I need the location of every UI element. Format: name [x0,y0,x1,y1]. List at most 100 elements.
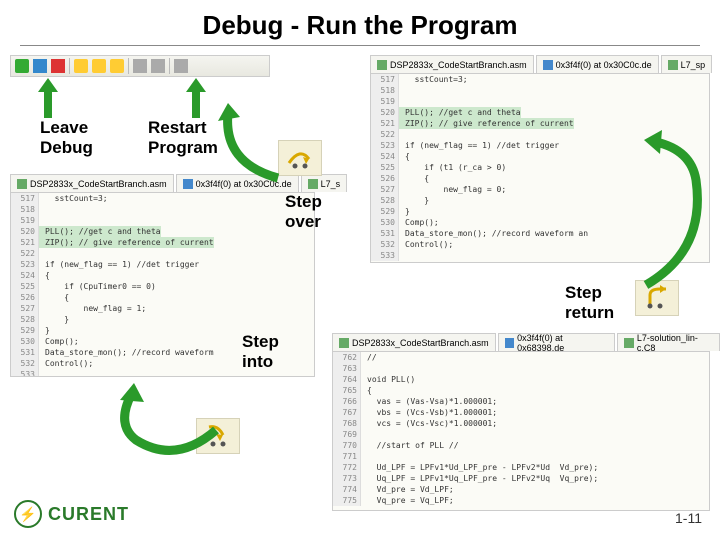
tab-label: 0x3f4f(0) at 0x68398.de [517,333,608,353]
label-step-into: Step into [242,332,279,371]
code-line: 530Comp(); [371,217,709,228]
page-title: Debug - Run the Program [20,0,700,46]
step-into-icon[interactable] [92,59,106,73]
code-line: 523if (new_flag == 1) //det trigger [371,140,709,151]
code-line: 775 Vq_pre = Vq_LPF; [333,495,709,506]
code-line: 770 //start of PLL // [333,440,709,451]
resume-icon[interactable] [15,59,29,73]
tab-label: DSP2833x_CodeStartBranch.asm [352,338,489,348]
code-line: 531Data_store_mon(); //record waveform a… [371,228,709,239]
code-line: 522 [371,129,709,140]
code-line: 771 [333,451,709,462]
tab-file[interactable]: 0x3f4f(0) at 0x68398.de [498,333,616,351]
code-line: 763 [333,363,709,374]
separator [69,58,70,74]
editor-tabs-mid: DSP2833x_CodeStartBranch.asm 0x3f4f(0) a… [10,174,347,192]
code-line: 522 [11,248,314,259]
code-line: 526 { [371,173,709,184]
code-line: 772 Ud_LPF = LPFv1*Ud_LPF_pre - LPFv2*Ud… [333,462,709,473]
tab-label: DSP2833x_CodeStartBranch.asm [30,179,167,189]
debug-toolbar [10,55,270,77]
code-line: 520PLL(); //get c and theta [371,107,709,118]
code-line: 520PLL(); //get c and theta [11,226,314,237]
code-line: 528 } [11,314,314,325]
code-line: 769 [333,429,709,440]
page-number: 1-11 [675,510,702,526]
separator [169,58,170,74]
code-line: 518 [11,204,314,215]
tab-label: 0x3f4f(0) at 0x30C0c.de [196,179,292,189]
file-icon [308,179,318,189]
tab-file[interactable]: DSP2833x_CodeStartBranch.asm [10,174,174,192]
tab-label: L7-solution_lin-c.C8 [637,333,713,353]
label-step-return: Step return [565,283,614,322]
step-over-large-icon [278,140,322,176]
file-icon [543,60,553,70]
code-line: 521ZIP(); // give reference of current [11,237,314,248]
label-step-over: Step over [285,192,322,231]
tab-file[interactable]: 0x3f4f(0) at 0x30C0c.de [536,55,659,73]
file-icon [624,338,634,348]
file-icon [183,179,193,189]
code-line: 762// [333,352,709,363]
code-line: 766 vas = (Vas-Vsa)*1.000001; [333,396,709,407]
tab-label: L7_s [321,179,341,189]
code-line: 532Control(); [371,239,709,250]
code-line: 518 [371,85,709,96]
code-pane-top[interactable]: 517 sstCount=3;518519520PLL(); //get c a… [370,73,710,263]
code-pane-bot[interactable]: 762//763764void PLL()765{766 vas = (Vas-… [332,351,710,511]
logo-text: CURENT [48,504,129,525]
editor-tabs-bot: DSP2833x_CodeStartBranch.asm 0x3f4f(0) a… [332,333,720,351]
code-line: 526 { [11,292,314,303]
code-line: 764void PLL() [333,374,709,385]
tab-file[interactable]: L7_s [301,174,348,192]
tab-label: DSP2833x_CodeStartBranch.asm [390,60,527,70]
code-line: 517 sstCount=3; [11,193,314,204]
step-return-large-icon [635,280,679,316]
file-icon [668,60,678,70]
arrow-icon [184,78,208,118]
code-line: 527 new_flag = 0; [371,184,709,195]
arrow-icon [36,78,60,118]
drop-icon[interactable] [174,59,188,73]
code-line: 527 new_flag = 1; [11,303,314,314]
label-leave-debug: Leave Debug [40,118,93,157]
restart-icon[interactable] [133,59,147,73]
code-line: 768 vcs = (Vcs-Vsc)*1.000001; [333,418,709,429]
code-line: 525 if (CpuTimer0 == 0) [11,281,314,292]
code-line: 523if (new_flag == 1) //det trigger [11,259,314,270]
code-line: 519 [11,215,314,226]
file-icon [339,338,349,348]
code-line: 773 Uq_LPF = LPFv1*Uq_LPF_pre - LPFv2*Uq… [333,473,709,484]
tab-file[interactable]: 0x3f4f(0) at 0x30C0c.de [176,174,299,192]
code-line: 765{ [333,385,709,396]
logo-mark-icon: ⚡ [14,500,42,528]
file-icon [505,338,515,348]
menu-icon[interactable] [151,59,165,73]
pause-icon[interactable] [33,59,47,73]
code-line: 524{ [11,270,314,281]
code-line: 767 vbs = (Vcs-Vsb)*1.000001; [333,407,709,418]
code-line: 521ZIP(); // give reference of current [371,118,709,129]
terminate-icon[interactable] [51,59,65,73]
file-icon [17,179,27,189]
tab-file[interactable]: DSP2833x_CodeStartBranch.asm [370,55,534,73]
editor-tabs-top: DSP2833x_CodeStartBranch.asm 0x3f4f(0) a… [370,55,712,73]
tab-file[interactable]: L7-solution_lin-c.C8 [617,333,720,351]
separator [128,58,129,74]
code-line: 528 } [371,195,709,206]
code-line: 529} [371,206,709,217]
tab-file[interactable]: L7_sp [661,55,713,73]
code-line: 524{ [371,151,709,162]
step-over-icon[interactable] [74,59,88,73]
tab-file[interactable]: DSP2833x_CodeStartBranch.asm [332,333,496,351]
file-icon [377,60,387,70]
code-line: 525 if (t1 (r_ca > 0) [371,162,709,173]
code-line: 774 Vd_pre = Vd_LPF; [333,484,709,495]
step-return-icon[interactable] [110,59,124,73]
tab-label: 0x3f4f(0) at 0x30C0c.de [556,60,652,70]
step-into-large-icon [196,418,240,454]
tab-label: L7_sp [681,60,706,70]
code-line: 533 [371,250,709,261]
label-restart-program: Restart Program [148,118,218,157]
